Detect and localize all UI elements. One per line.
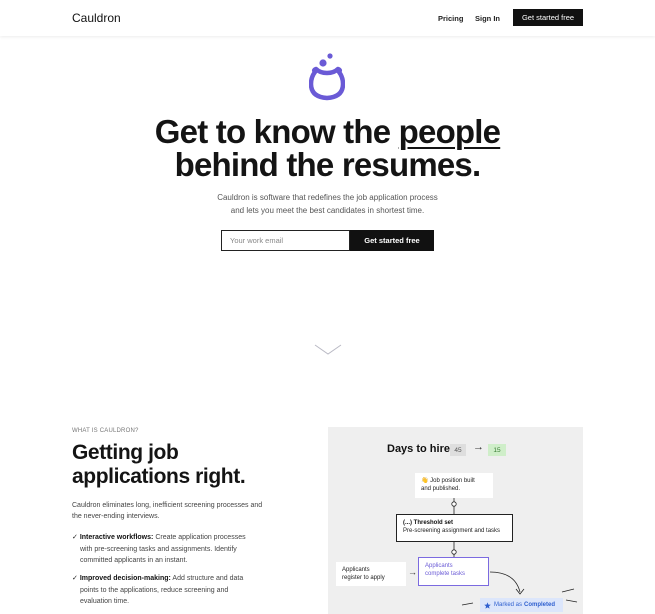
feature-improved-decision-making: ✓ Improved decision-making: Add structur… [72,575,244,605]
chevron-down-icon[interactable] [314,343,342,357]
applicants-complete-node: Applicants complete tasks [418,557,489,586]
site-header: Cauldron Pricing Sign In Get started fre… [0,0,655,36]
hero-get-started-button[interactable]: Get started free [350,230,434,251]
nav-sign-in-link[interactable]: Sign In [475,14,500,23]
hero-subtitle-line2: and lets you meet the best candidates in… [230,206,425,215]
section-title: Getting job applications right. [72,441,246,488]
hero-title-line2: behind the resumes. [174,146,482,183]
applicants-register-node: Applicants register to apply [336,562,406,586]
section-description: Cauldron eliminates long, inefficient sc… [72,502,263,520]
cauldron-logo-icon [309,53,345,101]
days-to-hire-title: Days to hire [387,443,450,455]
arrow-right-icon: → [473,441,484,453]
star-icon [484,601,491,609]
feature-title: Improved decision-making: [79,575,171,582]
hero-subtitle-line1: Cauldron is software that redefines the … [217,193,438,202]
work-email-input[interactable] [221,230,350,251]
check-icon: ✓ [72,534,78,541]
section-eyebrow: WHAT IS CAULDRON? [72,428,139,434]
nav-pricing-link[interactable]: Pricing [438,14,463,23]
check-icon: ✓ [72,575,78,582]
job-published-node: 👋 Job position built and published. [415,473,493,498]
hero-title-emphasis: people [398,113,501,150]
brand-logo[interactable]: Cauldron [72,11,121,25]
flow-arrow-icon: → [408,567,417,577]
hero-title-line1: Get to know the people [154,113,501,150]
header-get-started-button[interactable]: Get started free [513,9,583,26]
days-before-badge: 45 [450,444,466,456]
feature-interactive-workflows: ✓ Interactive workflows: Create applicat… [72,534,246,564]
feature-title: Interactive workflows: [79,534,154,541]
threshold-node: (...) Threshold set Pre-screening assign… [396,514,513,542]
days-after-badge: 15 [488,444,506,456]
completed-status-badge: Marked as Completed [480,598,563,612]
